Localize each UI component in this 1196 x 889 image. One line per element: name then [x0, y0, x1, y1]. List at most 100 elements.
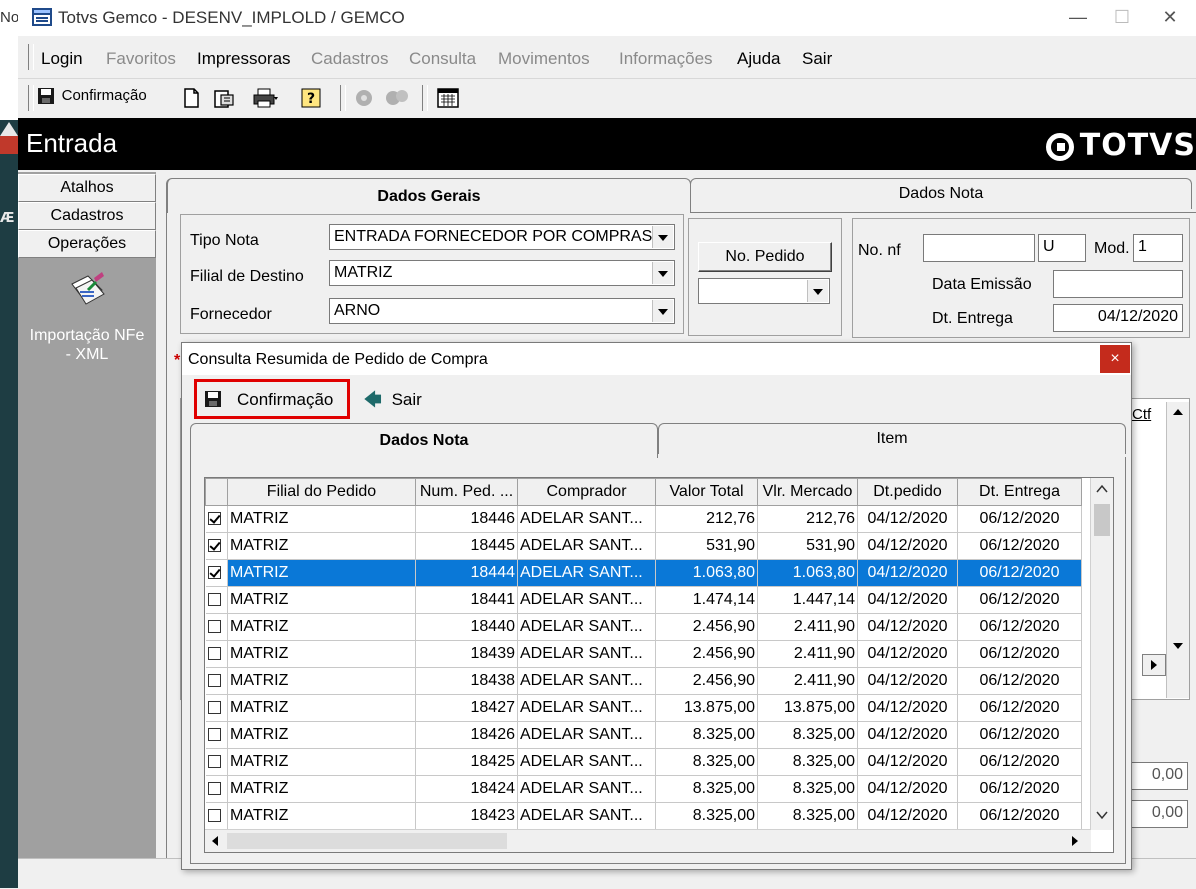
checkbox-icon[interactable]	[207, 647, 221, 661]
import-nfe-icon[interactable]	[66, 270, 110, 314]
menu-favoritos[interactable]: Favoritos	[106, 49, 176, 69]
grid-horizontal-scrollbar[interactable]	[205, 829, 1091, 852]
table-row[interactable]: MATRIZ 18445 ADELAR SANT... 531,90 531,90 04/…	[205, 532, 1082, 560]
row-checkbox[interactable]	[205, 505, 228, 533]
total-value-1[interactable]: 0,00	[1128, 762, 1188, 790]
table-row[interactable]: MATRIZ 18446 ADELAR SANT... 212,76 212,76 04/…	[205, 505, 1082, 533]
table-row[interactable]: MATRIZ 18423 ADELAR SANT... 8.325,00 8.325,0…	[205, 802, 1082, 830]
dialog-sair-button[interactable]: 🡄 Sair	[364, 387, 422, 416]
checkbox-icon[interactable]	[207, 566, 221, 580]
checkbox-icon[interactable]	[207, 755, 221, 769]
data-emissao-input[interactable]	[1053, 270, 1183, 298]
minimize-button[interactable]: —	[1056, 4, 1100, 30]
menu-impressoras[interactable]: Impressoras	[197, 49, 291, 69]
grid-hscroll-thumb[interactable]	[227, 833, 507, 849]
tab-dados-gerais[interactable]: Dados Gerais	[166, 178, 691, 213]
no-pedido-button[interactable]: No. Pedido	[698, 242, 832, 272]
row-checkbox[interactable]	[205, 721, 228, 749]
table-row[interactable]: MATRIZ 18438 ADELAR SANT... 2.456,90 2.411,9…	[205, 667, 1082, 695]
menu-informacoes[interactable]: Informações	[619, 49, 713, 69]
background-vscroll[interactable]	[1166, 402, 1189, 698]
grid-vertical-scrollbar[interactable]	[1090, 478, 1113, 830]
checkbox-icon[interactable]	[207, 620, 221, 634]
table-row[interactable]: MATRIZ 18424 ADELAR SANT... 8.325,00 8.325,0…	[205, 775, 1082, 803]
dialog-close-button[interactable]: ×	[1100, 345, 1130, 373]
menu-consulta[interactable]: Consulta	[409, 49, 476, 69]
scroll-up-icon[interactable]	[1167, 402, 1189, 422]
menu-ajuda[interactable]: Ajuda	[737, 49, 780, 69]
table-row[interactable]: MATRIZ 18439 ADELAR SANT... 2.456,90 2.411,9…	[205, 640, 1082, 668]
col-num-header[interactable]: Num. Ped. ...	[415, 478, 518, 506]
calendar-icon[interactable]	[436, 87, 460, 109]
chevron-down-icon[interactable]	[652, 226, 673, 248]
serie-input[interactable]: U	[1038, 234, 1086, 262]
import-nfe-label[interactable]: Importação NFe - XML	[18, 326, 156, 364]
col-comprador-header[interactable]: Comprador	[517, 478, 656, 506]
checkbox-icon[interactable]	[207, 782, 221, 796]
chevron-down-icon[interactable]	[807, 280, 828, 302]
table-row[interactable]: MATRIZ 18427 ADELAR SANT... 13.875,00 13.875…	[205, 694, 1082, 722]
dialog-tab-item[interactable]: Item	[658, 423, 1126, 454]
checkbox-icon[interactable]	[207, 512, 221, 526]
row-checkbox[interactable]	[205, 586, 228, 614]
new-document-icon[interactable]	[182, 87, 202, 109]
maximize-button[interactable]: ☐	[1100, 4, 1144, 30]
mod-input[interactable]: 1	[1133, 234, 1183, 262]
dialog-confirm-button[interactable]: Confirmação	[194, 379, 350, 419]
grid-scroll-up-icon[interactable]	[1091, 478, 1113, 500]
col-mercado-header[interactable]: Vlr. Mercado	[757, 478, 858, 506]
fornecedor-select[interactable]: ARNO	[329, 298, 675, 324]
tab-dados-nota[interactable]: Dados Nota	[690, 178, 1192, 209]
grid-scroll-right-icon[interactable]	[1065, 830, 1085, 852]
dt-entrega-input[interactable]: 04/12/2020	[1053, 304, 1183, 332]
close-window-button[interactable]: ✕	[1148, 4, 1192, 30]
grid-scroll-down-icon[interactable]	[1091, 804, 1113, 826]
table-row[interactable]: MATRIZ 18425 ADELAR SANT... 8.325,00 8.325,0…	[205, 748, 1082, 776]
pedidos-grid[interactable]: Filial do Pedido Num. Ped. ... Comprador…	[204, 477, 1114, 853]
dialog-tab-dados-nota[interactable]: Dados Nota	[190, 423, 658, 458]
menu-login[interactable]: Login	[41, 49, 83, 69]
chevron-down-icon[interactable]	[652, 300, 673, 322]
row-checkbox[interactable]	[205, 532, 228, 560]
row-checkbox[interactable]	[205, 613, 228, 641]
pedido-select[interactable]	[698, 278, 830, 304]
no-nf-input[interactable]	[923, 234, 1035, 262]
table-row[interactable]: MATRIZ 18440 ADELAR SANT... 2.456,90 2.411,9…	[205, 613, 1082, 641]
col-dtpedido-header[interactable]: Dt.pedido	[857, 478, 958, 506]
open-document-icon[interactable]	[212, 87, 236, 109]
row-checkbox[interactable]	[205, 802, 228, 830]
col-dtentrega-header[interactable]: Dt. Entrega	[957, 478, 1082, 506]
scroll-down-icon[interactable]	[1167, 636, 1189, 656]
nav-atalhos[interactable]: Atalhos	[18, 174, 156, 202]
row-checkbox[interactable]	[205, 559, 228, 587]
row-checkbox[interactable]	[205, 667, 228, 695]
checkbox-icon[interactable]	[207, 809, 221, 823]
printer-icon[interactable]	[252, 87, 278, 109]
row-checkbox[interactable]	[205, 775, 228, 803]
table-row[interactable]: MATRIZ 18426 ADELAR SANT... 8.325,00 8.325,0…	[205, 721, 1082, 749]
row-checkbox[interactable]	[205, 694, 228, 722]
row-checkbox[interactable]	[205, 748, 228, 776]
row-checkbox[interactable]	[205, 640, 228, 668]
table-row[interactable]: MATRIZ 18441 ADELAR SANT... 1.474,14 1.447,1…	[205, 586, 1082, 614]
grid-scroll-thumb[interactable]	[1094, 504, 1110, 536]
grid-scroll-left-icon[interactable]	[205, 830, 225, 852]
checkbox-icon[interactable]	[207, 674, 221, 688]
nav-operacoes[interactable]: Operações	[18, 230, 156, 258]
chevron-down-icon[interactable]	[652, 262, 673, 284]
col-filial-header[interactable]: Filial do Pedido	[227, 478, 416, 506]
tipo-nota-select[interactable]: ENTRADA FORNECEDOR POR COMPRAS	[329, 224, 675, 250]
toolbar-confirm-button[interactable]: Confirmação	[38, 87, 162, 109]
checkbox-icon[interactable]	[207, 593, 221, 607]
menu-sair[interactable]: Sair	[802, 49, 832, 69]
menu-movimentos[interactable]: Movimentos	[498, 49, 590, 69]
col-valor-header[interactable]: Valor Total	[655, 478, 758, 506]
checkbox-icon[interactable]	[207, 701, 221, 715]
table-row[interactable]: MATRIZ 18444 ADELAR SANT... 1.063,80 1.063,8…	[205, 559, 1082, 587]
menu-cadastros[interactable]: Cadastros	[311, 49, 388, 69]
total-value-2[interactable]: 0,00	[1128, 800, 1188, 828]
checkbox-icon[interactable]	[207, 728, 221, 742]
nav-cadastros[interactable]: Cadastros	[18, 202, 156, 230]
filial-destino-select[interactable]: MATRIZ	[329, 260, 675, 286]
scroll-right-button[interactable]	[1142, 654, 1166, 676]
